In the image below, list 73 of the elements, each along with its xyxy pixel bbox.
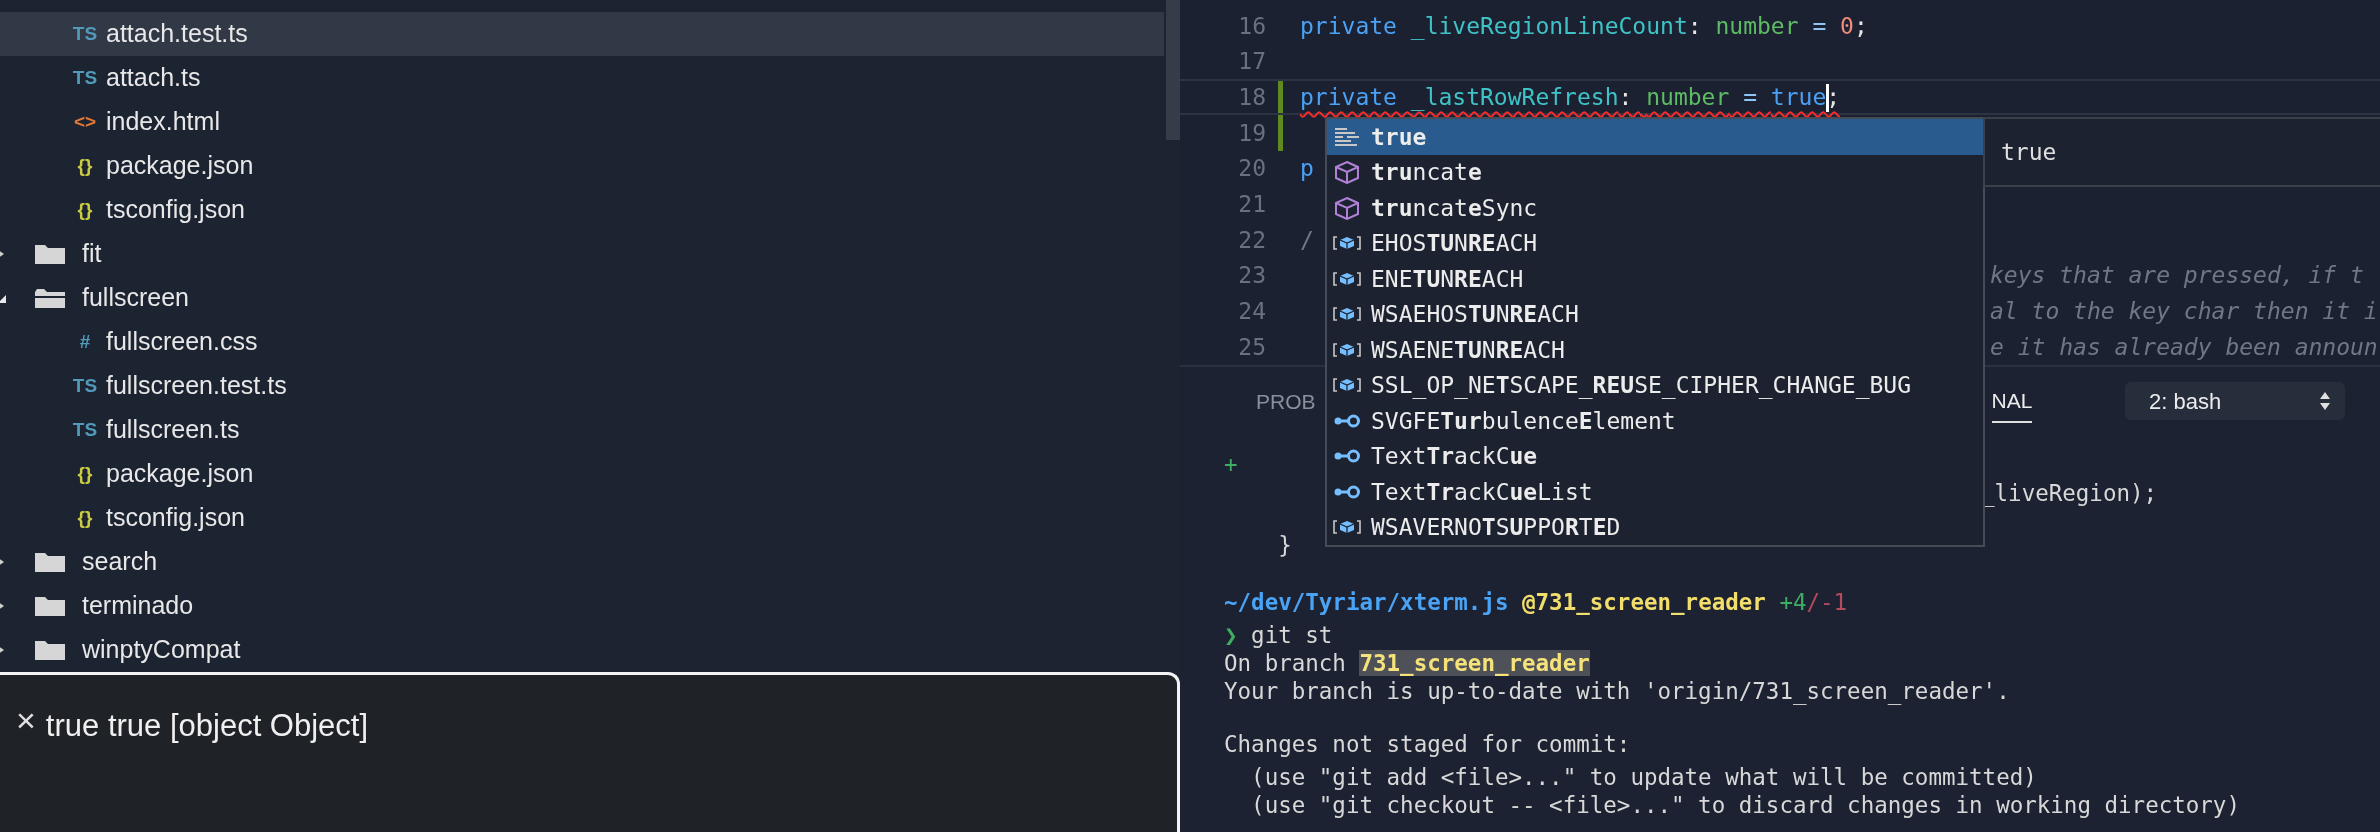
terminal-line: _liveRegion); bbox=[1981, 478, 2158, 509]
terminal-line: On branch 731_screen_reader bbox=[1224, 650, 1590, 677]
file-item[interactable]: TS fullscreen.ts bbox=[0, 408, 1164, 452]
file-item[interactable]: {} tsconfig.json bbox=[0, 496, 1164, 540]
file-type-icon: TS bbox=[70, 371, 100, 401]
terminal-line: (use "git checkout -- <file>..." to discard changes in working directory) bbox=[1250, 792, 2240, 819]
suggestion-item[interactable]: ENETUNREACH bbox=[1327, 261, 1983, 297]
file-item[interactable]: {} tsconfig.json bbox=[0, 188, 1164, 232]
suggestion-item[interactable]: TextTrackCueList bbox=[1327, 474, 1983, 510]
up-down-arrows-icon bbox=[2319, 390, 2331, 412]
file-type-icon: <> bbox=[70, 107, 100, 137]
suggestion-item[interactable]: truncateSync bbox=[1327, 190, 1983, 226]
line-number: 22 bbox=[1237, 225, 1266, 255]
line-number: 20 bbox=[1237, 154, 1266, 184]
file-item[interactable]: # fullscreen.css bbox=[0, 320, 1164, 364]
details-text: true bbox=[2001, 137, 2057, 167]
notification-text: true true [object Object] bbox=[45, 707, 369, 745]
close-button[interactable]: × bbox=[16, 703, 36, 737]
file-type-icon: {} bbox=[70, 195, 100, 225]
file-item[interactable]: TS attach.test.ts bbox=[0, 12, 1164, 56]
code-comment: keys that are pressed, if t bbox=[1990, 261, 2364, 291]
line-number: 16 bbox=[1237, 11, 1266, 41]
code-line: p bbox=[1300, 154, 1314, 184]
suggestion-item[interactable]: WSAEHOSTUNREACH bbox=[1327, 296, 1983, 332]
file-item[interactable]: TS attach.ts bbox=[0, 56, 1164, 100]
file-type-icon: {} bbox=[70, 503, 100, 533]
line-number: 19 bbox=[1237, 118, 1266, 148]
folder-item[interactable]: fit bbox=[0, 232, 1164, 276]
file-item[interactable]: {} package.json bbox=[0, 452, 1164, 496]
suggestion-item[interactable]: SVGFETurbulenceElement bbox=[1327, 403, 1983, 439]
terminal-line: Your branch is up-to-date with 'origin/731_screen_reader'. bbox=[1224, 678, 2010, 705]
terminal-line: } bbox=[1277, 531, 1292, 558]
panel-tab[interactable]: NAL bbox=[1991, 381, 2033, 423]
cube-icon bbox=[1333, 160, 1361, 185]
folder-item[interactable]: search bbox=[0, 540, 1164, 584]
terminal-line: ❯ git st bbox=[1224, 621, 1333, 648]
code-comment: al to the key char then it i bbox=[1990, 297, 2378, 327]
line-number: 23 bbox=[1237, 261, 1266, 291]
code-comment: e it has already been announ bbox=[1990, 332, 2378, 362]
file-type-icon: TS bbox=[70, 415, 100, 445]
folder-item[interactable]: fullscreen bbox=[0, 276, 1164, 320]
suggestion-item[interactable]: truncate bbox=[1327, 154, 1983, 190]
folder-item[interactable]: winptyCompat bbox=[0, 628, 1164, 672]
file-type-icon: {} bbox=[70, 459, 100, 489]
line-number: 18 bbox=[1237, 82, 1266, 112]
folder-item[interactable]: terminado bbox=[0, 584, 1164, 628]
terminal-line: ~/dev/Tyriar/xterm.js @731_screen_reader +4/-1 bbox=[1224, 588, 1848, 615]
suggestion-item[interactable]: WSAVERNOTSUPPORTED bbox=[1327, 509, 1983, 545]
line-number: 25 bbox=[1237, 332, 1266, 362]
file-type-icon: TS bbox=[70, 19, 100, 49]
suggestion-item[interactable]: true bbox=[1327, 119, 1983, 155]
suggestion-item[interactable]: TextTrackCue bbox=[1327, 438, 1983, 474]
line-number: 24 bbox=[1237, 297, 1266, 327]
file-type-icon: # bbox=[70, 327, 100, 357]
code-line: private _liveRegionLineCount: number = 0; bbox=[1300, 11, 1868, 42]
line-number: 21 bbox=[1237, 190, 1266, 220]
file-item[interactable]: {} package.json bbox=[0, 144, 1164, 188]
suggestion-item[interactable]: EHOSTUNREACH bbox=[1327, 225, 1983, 261]
code-line: / bbox=[1300, 225, 1314, 255]
file-item[interactable]: <> index.html bbox=[0, 100, 1164, 144]
file-type-icon: {} bbox=[70, 151, 100, 181]
scrollbar-thumb[interactable] bbox=[1166, 0, 1180, 140]
cube-icon bbox=[1333, 195, 1361, 220]
panel-tab[interactable]: PROB bbox=[1256, 382, 1316, 422]
terminal-select[interactable]: 2: bash bbox=[2125, 382, 2345, 420]
terminal-line: (use "git add <file>..." to update what will be committed) bbox=[1250, 763, 2037, 790]
terminal-line: + bbox=[1224, 451, 1238, 478]
suggestion-item[interactable]: WSAENETUNREACH bbox=[1327, 332, 1983, 368]
terminal-line: Changes not staged for commit: bbox=[1224, 730, 1631, 757]
line-number: 17 bbox=[1237, 47, 1266, 77]
file-type-icon: TS bbox=[70, 63, 100, 93]
file-item[interactable]: TS fullscreen.test.ts bbox=[0, 364, 1164, 408]
suggestion-item[interactable]: SSL_OP_NETSCAPE_REUSE_CIPHER_CHANGE_BUG bbox=[1327, 367, 1983, 403]
